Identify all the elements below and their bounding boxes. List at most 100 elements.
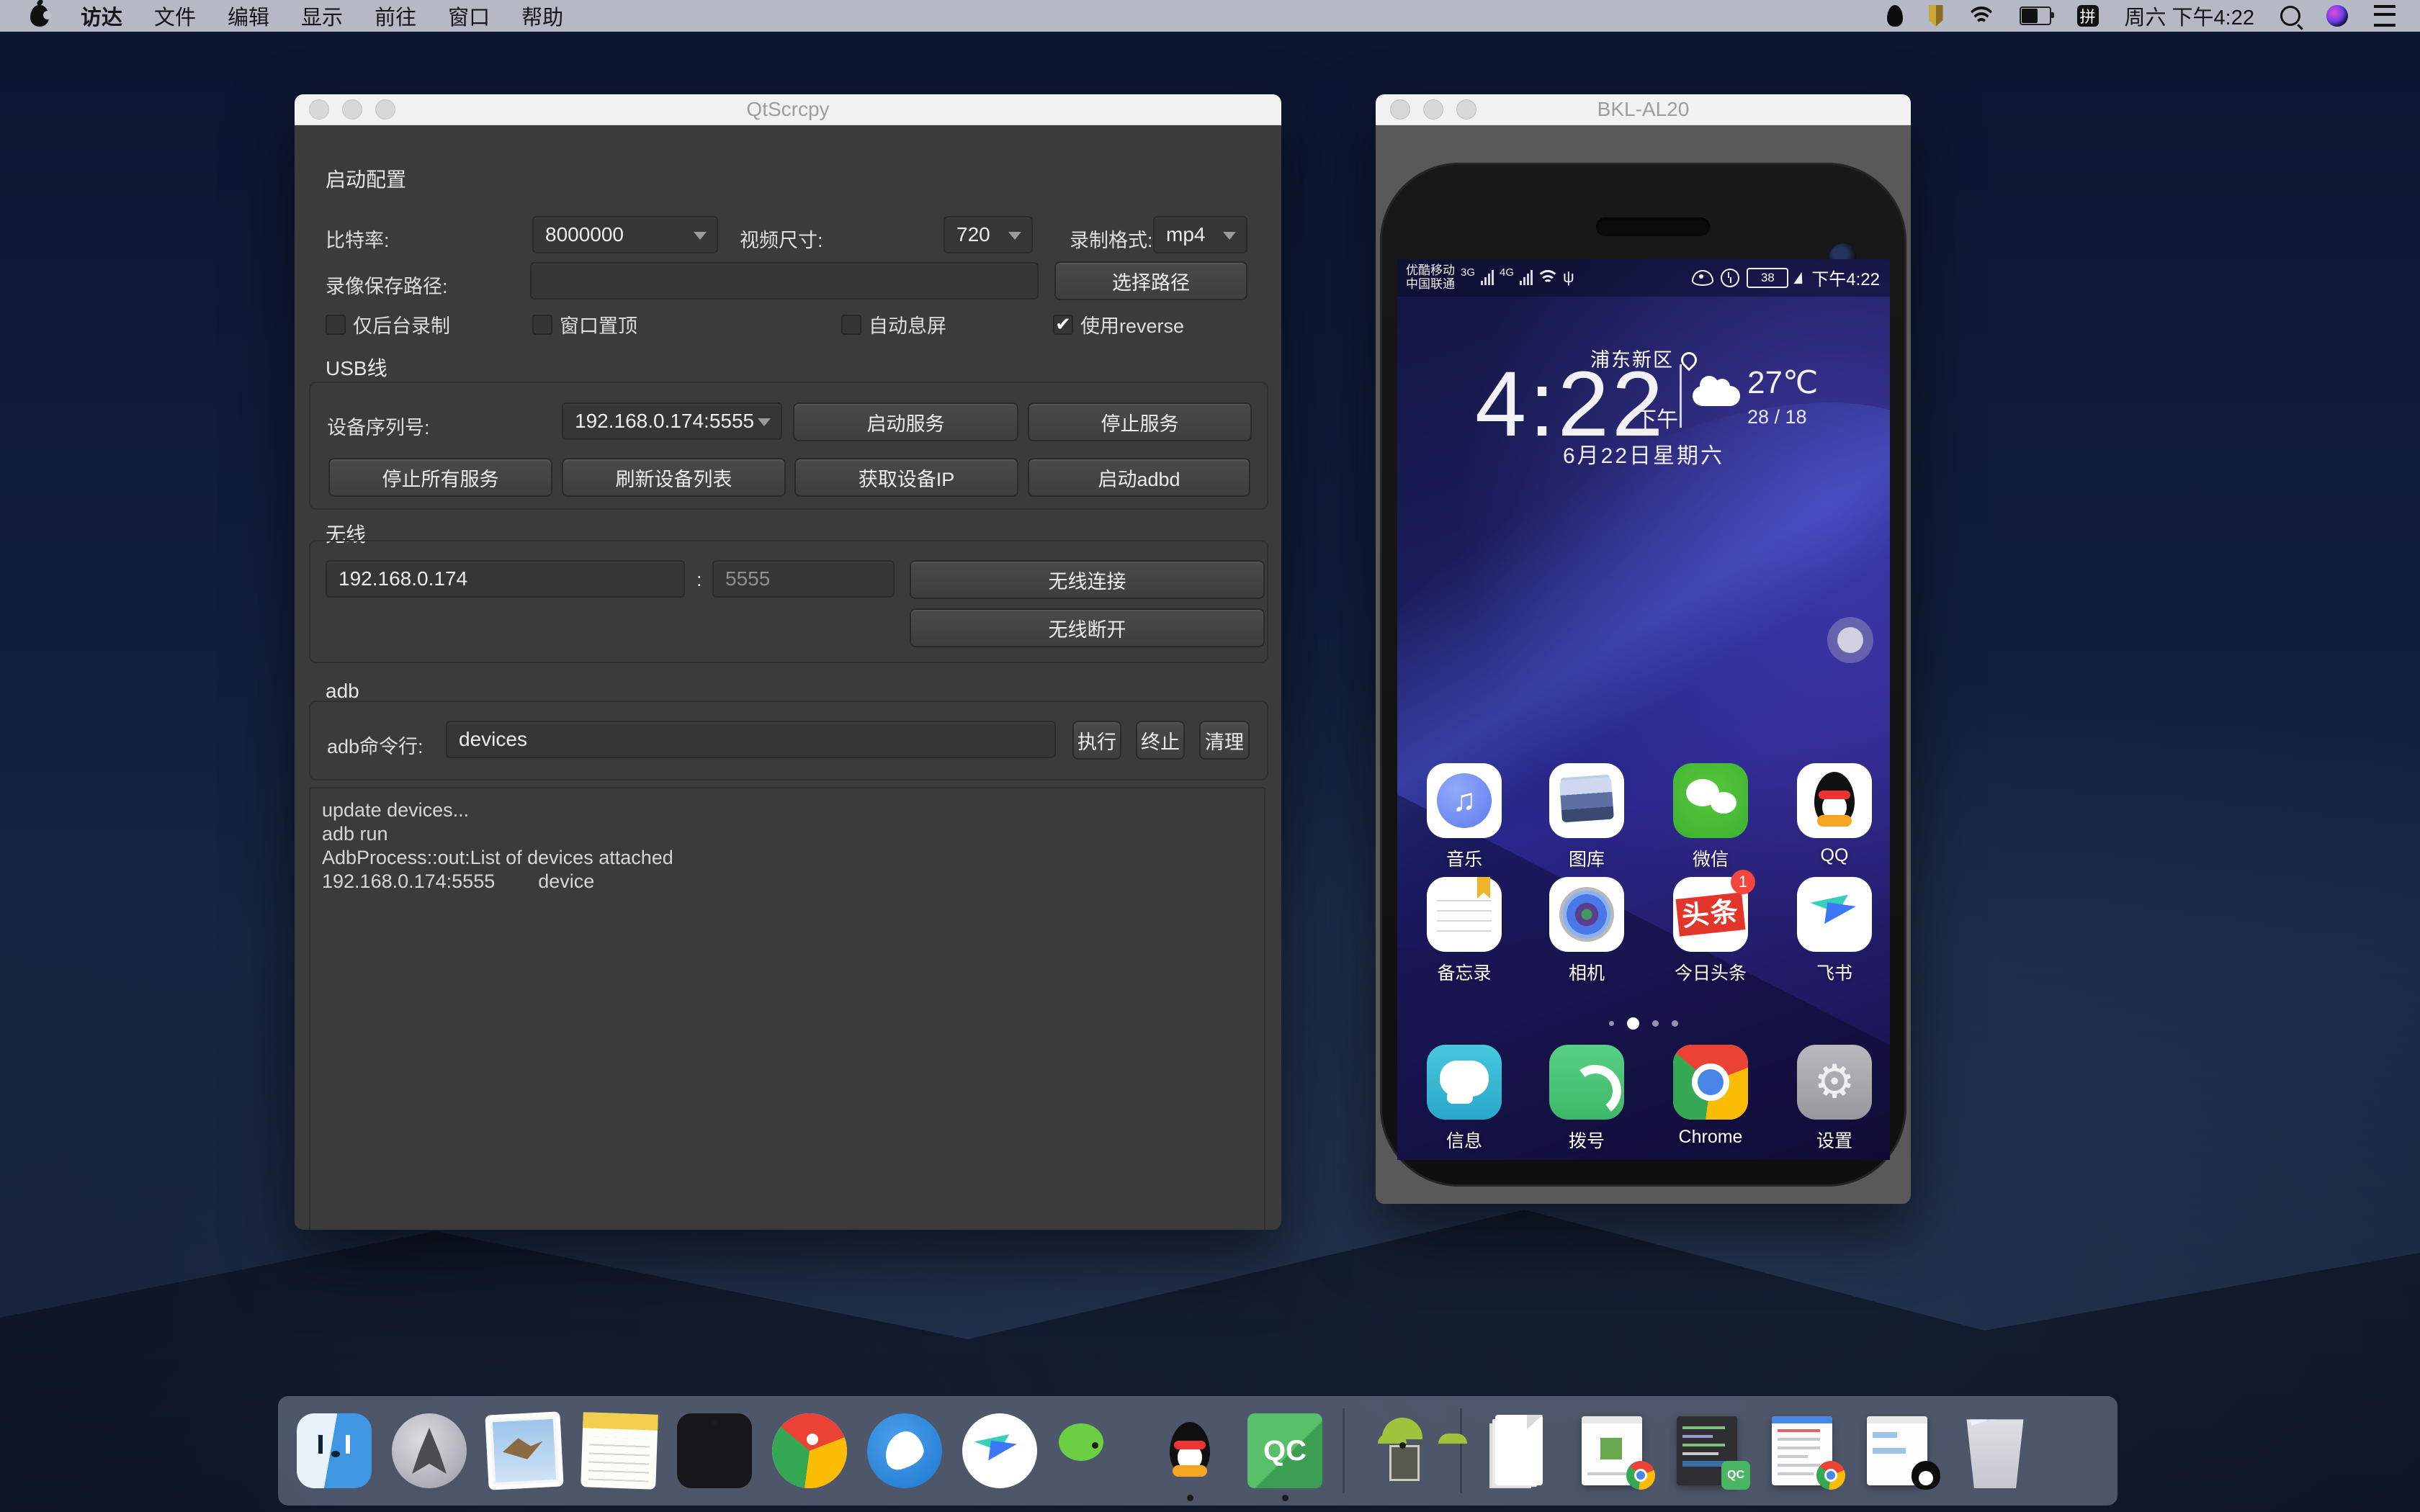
dock-wechat-icon[interactable] bbox=[1057, 1413, 1132, 1488]
widget-date[interactable]: 6月22日星期六 bbox=[1397, 438, 1890, 469]
toutiao-app-icon[interactable]: 1 bbox=[1673, 877, 1748, 952]
checkbox-box[interactable] bbox=[326, 315, 346, 335]
memo-app-icon[interactable] bbox=[1427, 877, 1502, 952]
adb-clear-button[interactable]: 清理 bbox=[1199, 721, 1250, 760]
music-app-icon[interactable] bbox=[1427, 763, 1502, 838]
chrome-app-icon[interactable] bbox=[1673, 1045, 1748, 1120]
notification-center-icon[interactable] bbox=[2374, 5, 2396, 27]
checkbox-background-record[interactable]: 仅后台录制 bbox=[326, 310, 450, 338]
refresh-device-list-button[interactable]: 刷新设备列表 bbox=[562, 458, 786, 497]
qtscrcpy-titlebar[interactable]: QtScrcpy bbox=[295, 94, 1281, 125]
record-format-combo[interactable]: mp4 bbox=[1153, 216, 1247, 253]
menu-file[interactable]: 文件 bbox=[154, 1, 196, 31]
app-camera[interactable]: 相机 bbox=[1527, 877, 1646, 985]
home-page-dots[interactable] bbox=[1397, 1017, 1890, 1030]
dock-minimized-document[interactable] bbox=[1482, 1413, 1557, 1488]
choose-path-button[interactable]: 选择路径 bbox=[1054, 261, 1247, 300]
section-launch-config: 启动配置 bbox=[326, 164, 406, 193]
stop-service-button[interactable]: 停止服务 bbox=[1028, 402, 1252, 441]
app-wechat[interactable]: 微信 bbox=[1651, 763, 1770, 871]
app-chrome[interactable]: Chrome bbox=[1651, 1045, 1770, 1148]
camera-app-icon[interactable] bbox=[1549, 877, 1624, 952]
adb-log-output[interactable]: update devices... adb run AdbProcess::ou… bbox=[309, 787, 1265, 1230]
dock-qq-icon[interactable] bbox=[1152, 1413, 1227, 1488]
checkbox-auto-screen-off[interactable]: 自动息屏 bbox=[841, 310, 946, 338]
weather-temp[interactable]: 27℃ bbox=[1747, 364, 1818, 401]
dock-minimized-qtcreator-window[interactable]: QC bbox=[1672, 1413, 1747, 1488]
app-gallery[interactable]: 图库 bbox=[1527, 763, 1646, 871]
app-qq[interactable]: QQ bbox=[1775, 763, 1890, 866]
adb-command-input[interactable]: devices bbox=[446, 721, 1056, 758]
dock-minimized-qq-window[interactable] bbox=[1863, 1413, 1937, 1488]
start-adbd-button[interactable]: 启动adbd bbox=[1028, 458, 1250, 497]
stop-all-services-button[interactable]: 停止所有服务 bbox=[328, 458, 552, 497]
checkbox-box-checked[interactable]: ✔ bbox=[1053, 315, 1073, 335]
feishu-app-icon[interactable] bbox=[1797, 877, 1872, 952]
input-method-icon[interactable]: 拼 bbox=[2077, 5, 2099, 27]
dialer-app-icon[interactable] bbox=[1549, 1045, 1624, 1120]
menu-help[interactable]: 帮助 bbox=[521, 1, 563, 31]
dock-finder-icon[interactable] bbox=[297, 1413, 372, 1488]
dock-notes-icon[interactable] bbox=[581, 1412, 658, 1490]
menu-go[interactable]: 前往 bbox=[375, 1, 416, 31]
assistive-touch-ball[interactable] bbox=[1827, 617, 1873, 663]
dock-minimized-chrome-window[interactable] bbox=[1577, 1413, 1652, 1488]
start-service-button[interactable]: 启动服务 bbox=[793, 402, 1018, 441]
checkbox-window-topmost[interactable]: 窗口置顶 bbox=[532, 310, 637, 338]
menu-edit[interactable]: 编辑 bbox=[228, 1, 269, 31]
video-size-combo[interactable]: 720 bbox=[944, 216, 1033, 253]
dock-launchpad-icon[interactable] bbox=[392, 1413, 467, 1488]
dock-terminal-icon[interactable] bbox=[677, 1413, 752, 1488]
app-messages[interactable]: 信息 bbox=[1404, 1045, 1524, 1153]
app-settings[interactable]: 设置 bbox=[1775, 1045, 1890, 1153]
shield-statusbar-icon[interactable] bbox=[1929, 5, 1943, 27]
dock-chrome-icon[interactable] bbox=[772, 1413, 847, 1488]
dock-mail-icon[interactable] bbox=[485, 1411, 563, 1490]
menubar-clock[interactable]: 周六 下午4:22 bbox=[2125, 1, 2255, 31]
app-notes[interactable]: 备忘录 bbox=[1404, 877, 1524, 985]
wechat-app-icon[interactable] bbox=[1673, 763, 1748, 838]
checkbox-use-reverse[interactable]: ✔使用reverse bbox=[1053, 310, 1184, 338]
battery-icon[interactable] bbox=[2020, 6, 2051, 25]
qq-statusbar-icon[interactable] bbox=[1887, 5, 1903, 27]
wireless-ip-input[interactable]: 192.168.0.174 bbox=[326, 560, 685, 598]
checkbox-box[interactable] bbox=[841, 315, 861, 335]
dock-trash-icon[interactable] bbox=[1958, 1413, 2033, 1488]
menu-view[interactable]: 显示 bbox=[301, 1, 343, 31]
gallery-app-icon[interactable] bbox=[1549, 763, 1624, 838]
wifi-icon[interactable] bbox=[1969, 6, 1994, 25]
phone-screen[interactable]: 优酷移动中国联通 3G 4G ψ 38 下午4:22 浦东新区 4:22 bbox=[1397, 259, 1890, 1160]
apple-menu-icon[interactable] bbox=[30, 5, 49, 27]
dock-qtcreator-icon[interactable]: QC bbox=[1247, 1413, 1322, 1488]
adb-kill-button[interactable]: 终止 bbox=[1136, 721, 1185, 760]
wireless-connect-button[interactable]: 无线连接 bbox=[910, 560, 1265, 599]
adb-group: adb命令行: devices 执行 终止 清理 bbox=[309, 701, 1268, 780]
app-feishu[interactable]: 飞书 bbox=[1775, 877, 1890, 985]
serial-combo[interactable]: 192.168.0.174:5555 bbox=[562, 402, 782, 440]
section-usb: USB线 bbox=[326, 353, 387, 382]
search-icon[interactable] bbox=[2280, 6, 2300, 26]
app-music[interactable]: 音乐 bbox=[1404, 763, 1524, 871]
menu-finder[interactable]: 访达 bbox=[81, 1, 122, 31]
app-toutiao[interactable]: 1 今日头条 bbox=[1651, 877, 1770, 985]
bitrate-combo[interactable]: 8000000 bbox=[532, 216, 718, 253]
cloud-icon bbox=[1693, 386, 1740, 406]
adb-run-button[interactable]: 执行 bbox=[1072, 721, 1121, 760]
app-dialer[interactable]: 拨号 bbox=[1527, 1045, 1646, 1153]
phone-body: 优酷移动中国联通 3G 4G ψ 38 下午4:22 浦东新区 4:22 bbox=[1376, 125, 1911, 1204]
wireless-disconnect-button[interactable]: 无线断开 bbox=[910, 608, 1265, 647]
settings-app-icon[interactable] bbox=[1797, 1045, 1872, 1120]
checkbox-box[interactable] bbox=[532, 315, 552, 335]
siri-icon[interactable] bbox=[2326, 5, 2348, 27]
wireless-port-input[interactable]: 5555 bbox=[712, 560, 895, 598]
dock-minimized-webpage-window[interactable] bbox=[1767, 1413, 1842, 1488]
menu-window[interactable]: 窗口 bbox=[448, 1, 490, 31]
record-path-input[interactable] bbox=[530, 262, 1039, 300]
qq-app-icon[interactable] bbox=[1797, 763, 1872, 838]
get-device-ip-button[interactable]: 获取设备IP bbox=[794, 458, 1018, 497]
phone-titlebar[interactable]: BKL-AL20 bbox=[1376, 94, 1911, 125]
messages-app-icon[interactable] bbox=[1427, 1045, 1502, 1120]
dock-blue-app-icon[interactable] bbox=[867, 1413, 942, 1488]
dock-android-scrcpy-icon[interactable] bbox=[1365, 1413, 1440, 1488]
dock-paper-plane-app-icon[interactable] bbox=[962, 1413, 1037, 1488]
